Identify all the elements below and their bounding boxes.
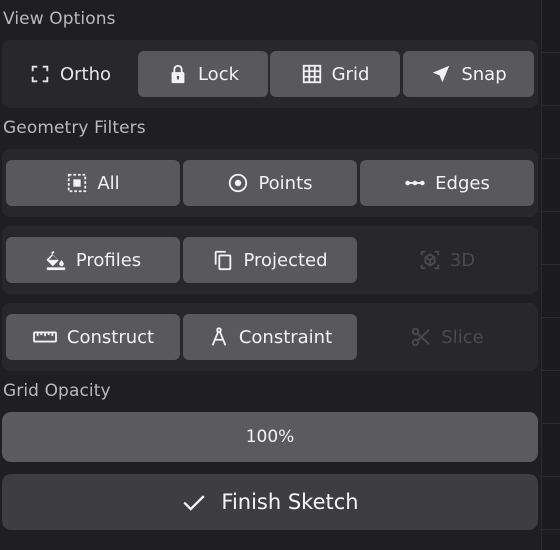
grid-icon xyxy=(301,63,323,85)
view-options-label: View Options xyxy=(3,9,116,29)
grid-opacity-label: Grid Opacity xyxy=(3,381,111,401)
grid-label: Grid xyxy=(331,63,370,85)
filter-edges-label: Edges xyxy=(435,172,490,194)
grid-opacity-value: 100% xyxy=(245,427,295,447)
navigation-arrow-icon xyxy=(430,63,452,85)
grid-button[interactable]: Grid xyxy=(270,51,400,97)
compass-icon xyxy=(208,326,230,348)
lock-icon xyxy=(167,63,189,85)
filter-slice-label: Slice xyxy=(441,326,484,348)
copy-icon xyxy=(212,249,234,271)
filter-profiles-button[interactable]: Profiles xyxy=(6,237,180,283)
ortho-label: Ortho xyxy=(59,63,112,85)
filter-constraint-label: Constraint xyxy=(238,326,333,348)
lock-button[interactable]: Lock xyxy=(138,51,268,97)
filter-3d-label: 3D xyxy=(449,249,476,271)
edge-dots-icon xyxy=(404,172,426,194)
viewport-edge xyxy=(541,0,560,550)
grid-opacity-slider[interactable]: 100% xyxy=(2,412,538,462)
paint-bucket-icon xyxy=(45,249,67,271)
geometry-filters-label: Geometry Filters xyxy=(3,118,146,138)
frame-corners-icon xyxy=(29,63,51,85)
filter-profiles-label: Profiles xyxy=(75,249,142,271)
checkmark-icon xyxy=(181,489,207,515)
filter-construct-label: Construct xyxy=(66,326,155,348)
filter-group-basic: All Points Edges xyxy=(2,149,538,217)
scissors-icon xyxy=(410,326,432,348)
filter-points-button[interactable]: Points xyxy=(183,160,357,206)
sketch-panel: View Options Ortho Lock Grid Snap Geomet… xyxy=(0,0,560,550)
snap-label: Snap xyxy=(461,63,507,85)
cube-focus-icon xyxy=(419,249,441,271)
filter-projected-label: Projected xyxy=(243,249,328,271)
filter-group-construct: Construct Constraint Slice xyxy=(2,303,538,371)
filter-points-label: Points xyxy=(258,172,313,194)
view-options-group: Ortho Lock Grid Snap xyxy=(2,40,538,108)
lock-label: Lock xyxy=(197,63,240,85)
snap-button[interactable]: Snap xyxy=(403,51,534,97)
ortho-button[interactable]: Ortho xyxy=(5,51,135,97)
select-all-icon xyxy=(66,172,88,194)
ruler-icon xyxy=(32,326,58,348)
filter-slice-button[interactable]: Slice xyxy=(360,314,534,360)
filter-edges-button[interactable]: Edges xyxy=(360,160,534,206)
filter-group-profiles: Profiles Projected 3D xyxy=(2,226,538,294)
finish-sketch-button[interactable]: Finish Sketch xyxy=(2,474,538,530)
filter-constraint-button[interactable]: Constraint xyxy=(183,314,357,360)
filter-all-button[interactable]: All xyxy=(6,160,180,206)
point-target-icon xyxy=(227,172,249,194)
filter-projected-button[interactable]: Projected xyxy=(183,237,357,283)
filter-construct-button[interactable]: Construct xyxy=(6,314,180,360)
filter-3d-button[interactable]: 3D xyxy=(360,237,534,283)
finish-sketch-label: Finish Sketch xyxy=(221,490,359,514)
filter-all-label: All xyxy=(97,172,120,194)
